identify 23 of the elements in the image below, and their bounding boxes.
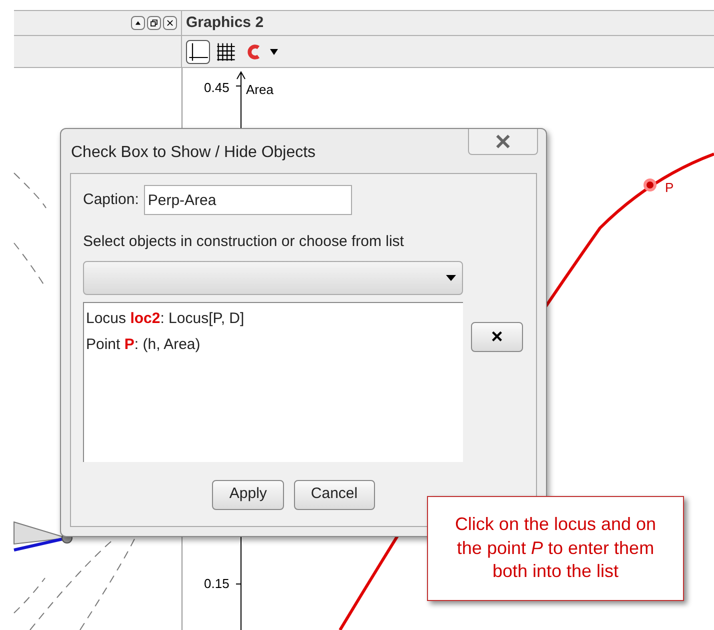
- caret-icon: [446, 274, 456, 280]
- axes-icon[interactable]: [186, 40, 210, 64]
- point-label: P: [665, 179, 674, 197]
- point-p: [644, 178, 656, 192]
- maximize-icon[interactable]: [131, 16, 145, 30]
- list-item[interactable]: Locus loc2: Locus[P, D]: [86, 308, 461, 330]
- close-icon[interactable]: [163, 16, 177, 30]
- tick-label: 0.45: [204, 79, 230, 97]
- callout-text: Click on the locus and on the point P to enter them both into the list: [454, 513, 658, 584]
- view-title: Graphics 2: [186, 12, 264, 33]
- remove-button[interactable]: ×: [471, 322, 523, 352]
- caption-field[interactable]: Perp-Area: [144, 185, 352, 215]
- dashed-arc: [14, 172, 46, 208]
- list-item[interactable]: Point P: (h, Area): [86, 334, 461, 356]
- tick-label: 0.15: [204, 575, 230, 593]
- restore-icon[interactable]: [147, 16, 161, 30]
- instruction-text: Select objects in construction or choose from list: [83, 232, 405, 252]
- axis-label: Area: [246, 81, 274, 99]
- dialog-title: Check Box to Show / Hide Objects: [71, 143, 316, 163]
- cancel-button[interactable]: Cancel: [294, 480, 375, 510]
- apply-button[interactable]: Apply: [212, 480, 284, 510]
- caption-label: Caption:: [83, 190, 139, 210]
- dropdown-caret-icon[interactable]: [270, 48, 278, 54]
